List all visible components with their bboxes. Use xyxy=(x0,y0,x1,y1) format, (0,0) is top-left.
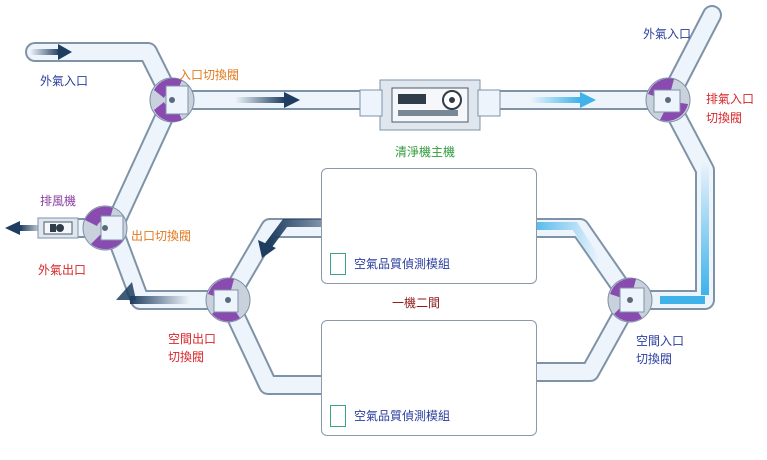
room-lower: 空氣品質偵測模組 xyxy=(321,320,537,436)
sensor-label: 空氣品質偵測模組 xyxy=(354,409,451,423)
exhaust-inlet-valve xyxy=(645,77,691,123)
inlet-switch-valve xyxy=(149,77,195,123)
purifier-icon xyxy=(359,79,501,131)
room-outlet-valve-label-2: 切換閥 xyxy=(168,350,205,364)
outside-air-inlet-right-label: 外氣入口 xyxy=(643,27,692,41)
exhaust-fan-label: 排風機 xyxy=(40,194,77,208)
outlet-switch-valve-label: 出口切換閥 xyxy=(131,229,192,243)
flow-arrow-icon xyxy=(660,160,709,304)
sensor-icon xyxy=(330,253,346,275)
room-inlet-valve-label-1: 空間入口 xyxy=(636,334,685,348)
fan-icon xyxy=(37,217,79,239)
one-machine-two-rooms-label: 一機二間 xyxy=(392,296,441,310)
room-outlet-switch-valve xyxy=(205,277,251,323)
exhaust-inlet-valve-label-2: 切換閥 xyxy=(706,111,743,125)
outlet-switch-valve xyxy=(82,205,128,251)
sensor-icon xyxy=(330,405,346,427)
sensor-label: 空氣品質偵測模組 xyxy=(354,257,451,271)
room-upper: 空氣品質偵測模組 xyxy=(321,168,537,284)
room-inlet-valve-label-2: 切換閥 xyxy=(636,352,673,366)
inlet-switch-valve-label: 入口切換閥 xyxy=(179,68,240,82)
room-inlet-switch-valve xyxy=(607,277,653,323)
room-outlet-valve-label-1: 空間出口 xyxy=(168,332,217,346)
purifier-main-label: 清淨機主機 xyxy=(395,145,456,159)
outside-air-outlet-label: 外氣出口 xyxy=(38,263,87,277)
outside-air-inlet-label: 外氣入口 xyxy=(40,74,89,88)
exhaust-inlet-valve-label-1: 排氣入口 xyxy=(706,92,755,106)
